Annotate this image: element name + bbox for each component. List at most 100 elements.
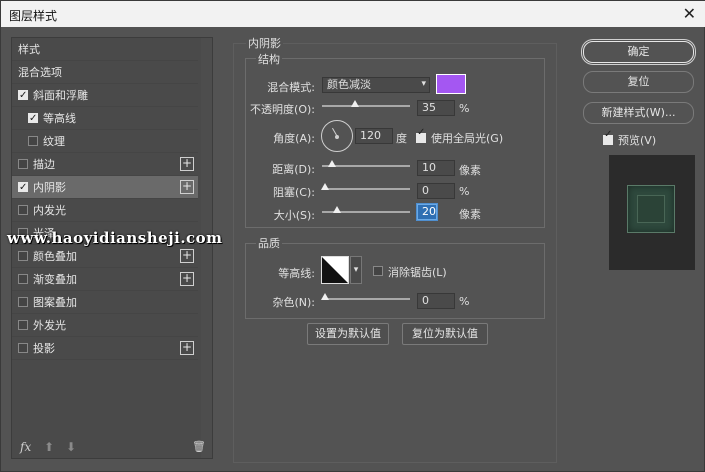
- size-input[interactable]: 20: [417, 204, 437, 220]
- list-item-pattern-overlay[interactable]: 图案叠加: [12, 291, 198, 314]
- noise-unit: %: [459, 295, 470, 308]
- list-item-stroke[interactable]: 描边 +: [12, 153, 198, 176]
- choke-input[interactable]: 0: [417, 183, 455, 199]
- angle-unit: 度: [396, 132, 407, 145]
- distance-unit: 像素: [459, 164, 481, 177]
- preview-inner: [637, 195, 665, 223]
- color-overlay-checkbox[interactable]: [18, 251, 28, 261]
- global-light-checkbox[interactable]: [416, 127, 426, 143]
- antialias-checkbox[interactable]: [373, 266, 383, 276]
- blend-mode-label: 混合模式:: [267, 81, 315, 94]
- list-toolbar: fx ⬆ ⬇ 🗑: [12, 438, 206, 458]
- preview-label: 预览(V): [618, 134, 657, 147]
- choke-slider[interactable]: [321, 183, 410, 190]
- move-down-icon[interactable]: ⬇: [66, 440, 76, 454]
- list-item-bevel-emboss[interactable]: 斜面和浮雕: [12, 84, 198, 107]
- trash-icon[interactable]: 🗑: [192, 440, 206, 453]
- list-item-label: 描边: [33, 158, 55, 171]
- list-item-inner-shadow[interactable]: 内阴影 +: [12, 176, 198, 199]
- angle-dial[interactable]: [321, 120, 353, 152]
- contour-checkbox[interactable]: [28, 107, 38, 130]
- fx-icon[interactable]: fx: [20, 440, 31, 454]
- list-item-contour[interactable]: 等高线: [12, 107, 198, 130]
- set-default-button[interactable]: 设置为默认值: [307, 323, 389, 345]
- bevel-emboss-checkbox[interactable]: [18, 84, 28, 107]
- reset-button[interactable]: 复位: [583, 71, 694, 93]
- drop-shadow-checkbox[interactable]: [18, 343, 28, 353]
- list-item-label: 混合选项: [18, 66, 62, 79]
- opacity-slider-thumb[interactable]: [351, 100, 359, 107]
- add-inner-shadow-button[interactable]: +: [180, 180, 194, 194]
- noise-slider-thumb[interactable]: [321, 293, 329, 300]
- outer-glow-checkbox[interactable]: [18, 320, 28, 330]
- contour-dropdown[interactable]: ▾: [350, 256, 362, 284]
- inner-glow-checkbox[interactable]: [18, 205, 28, 215]
- list-item-color-overlay[interactable]: 颜色叠加 +: [12, 245, 198, 268]
- add-gradient-overlay-button[interactable]: +: [180, 272, 194, 286]
- list-item-label: 渐变叠加: [33, 273, 77, 286]
- list-item-drop-shadow[interactable]: 投影 +: [12, 337, 198, 360]
- watermark: www.haoyidiansheji.com: [7, 229, 223, 247]
- list-item-outer-glow[interactable]: 外发光: [12, 314, 198, 337]
- ok-button[interactable]: 确定: [583, 41, 694, 63]
- list-item-styles[interactable]: 样式: [12, 38, 198, 61]
- close-icon[interactable]: ✕: [683, 4, 696, 23]
- list-item-inner-glow[interactable]: 内发光: [12, 199, 198, 222]
- size-slider-thumb[interactable]: [333, 206, 341, 213]
- size-slider[interactable]: [322, 206, 410, 213]
- list-item-label: 内阴影: [33, 181, 66, 194]
- chevron-down-icon: ▾: [353, 265, 359, 275]
- list-item-gradient-overlay[interactable]: 渐变叠加 +: [12, 268, 198, 291]
- distance-label: 距离(D):: [272, 163, 315, 176]
- list-item-texture[interactable]: 纹理: [12, 130, 198, 153]
- add-color-overlay-button[interactable]: +: [180, 249, 194, 263]
- list-item-label: 等高线: [43, 112, 76, 125]
- pattern-overlay-checkbox[interactable]: [18, 297, 28, 307]
- inner-shadow-checkbox[interactable]: [18, 176, 28, 199]
- angle-input[interactable]: 120: [355, 128, 393, 144]
- list-item-label: 颜色叠加: [33, 250, 77, 263]
- contour-label: 等高线:: [278, 267, 315, 280]
- opacity-label: 不透明度(O):: [250, 103, 315, 116]
- list-item-label: 样式: [18, 43, 40, 56]
- list-item-label: 内发光: [33, 204, 66, 217]
- shadow-color-swatch[interactable]: [436, 74, 466, 94]
- distance-slider[interactable]: [322, 160, 410, 167]
- stroke-checkbox[interactable]: [18, 159, 28, 169]
- list-scrollbar[interactable]: [201, 38, 212, 458]
- texture-checkbox[interactable]: [28, 136, 38, 146]
- layer-style-dialog: 图层样式 ✕ 样式 混合选项 斜面和浮雕 等高线 纹理 描边 + 内阴影 + 内…: [0, 0, 705, 472]
- blend-mode-select[interactable]: 颜色减淡 ▾: [322, 77, 430, 93]
- noise-input[interactable]: 0: [417, 293, 455, 309]
- add-drop-shadow-button[interactable]: +: [180, 341, 194, 355]
- global-light-label: 使用全局光(G): [431, 132, 504, 145]
- size-unit: 像素: [459, 208, 481, 221]
- contour-curve: [322, 257, 348, 283]
- list-item-blending-options[interactable]: 混合选项: [12, 61, 198, 84]
- contour-preview[interactable]: [321, 256, 349, 284]
- angle-label: 角度(A):: [273, 132, 315, 145]
- reset-default-button[interactable]: 复位为默认值: [402, 323, 488, 345]
- style-preview: [609, 155, 695, 270]
- move-up-icon[interactable]: ⬆: [44, 440, 54, 454]
- distance-input[interactable]: 10: [417, 160, 455, 176]
- choke-unit: %: [459, 185, 470, 198]
- style-list: 样式 混合选项 斜面和浮雕 等高线 纹理 描边 + 内阴影 + 内发光 光泽 颜: [11, 37, 213, 459]
- list-item-label: 外发光: [33, 319, 66, 332]
- title-bar: 图层样式 ✕: [1, 1, 705, 27]
- gradient-overlay-checkbox[interactable]: [18, 274, 28, 284]
- preview-checkbox[interactable]: [603, 129, 613, 145]
- add-stroke-button[interactable]: +: [180, 157, 194, 171]
- size-label: 大小(S):: [273, 209, 315, 222]
- noise-slider[interactable]: [321, 293, 410, 300]
- list-item-label: 投影: [33, 342, 55, 355]
- dialog-title: 图层样式: [9, 9, 58, 23]
- choke-label: 阻塞(C):: [273, 186, 315, 199]
- chevron-down-icon: ▾: [421, 79, 426, 89]
- distance-slider-thumb[interactable]: [328, 160, 336, 167]
- opacity-input[interactable]: 35: [417, 100, 455, 116]
- opacity-slider[interactable]: [322, 100, 410, 107]
- choke-slider-thumb[interactable]: [321, 183, 329, 190]
- antialias-label: 消除锯齿(L): [388, 266, 447, 279]
- new-style-button[interactable]: 新建样式(W)...: [583, 102, 694, 124]
